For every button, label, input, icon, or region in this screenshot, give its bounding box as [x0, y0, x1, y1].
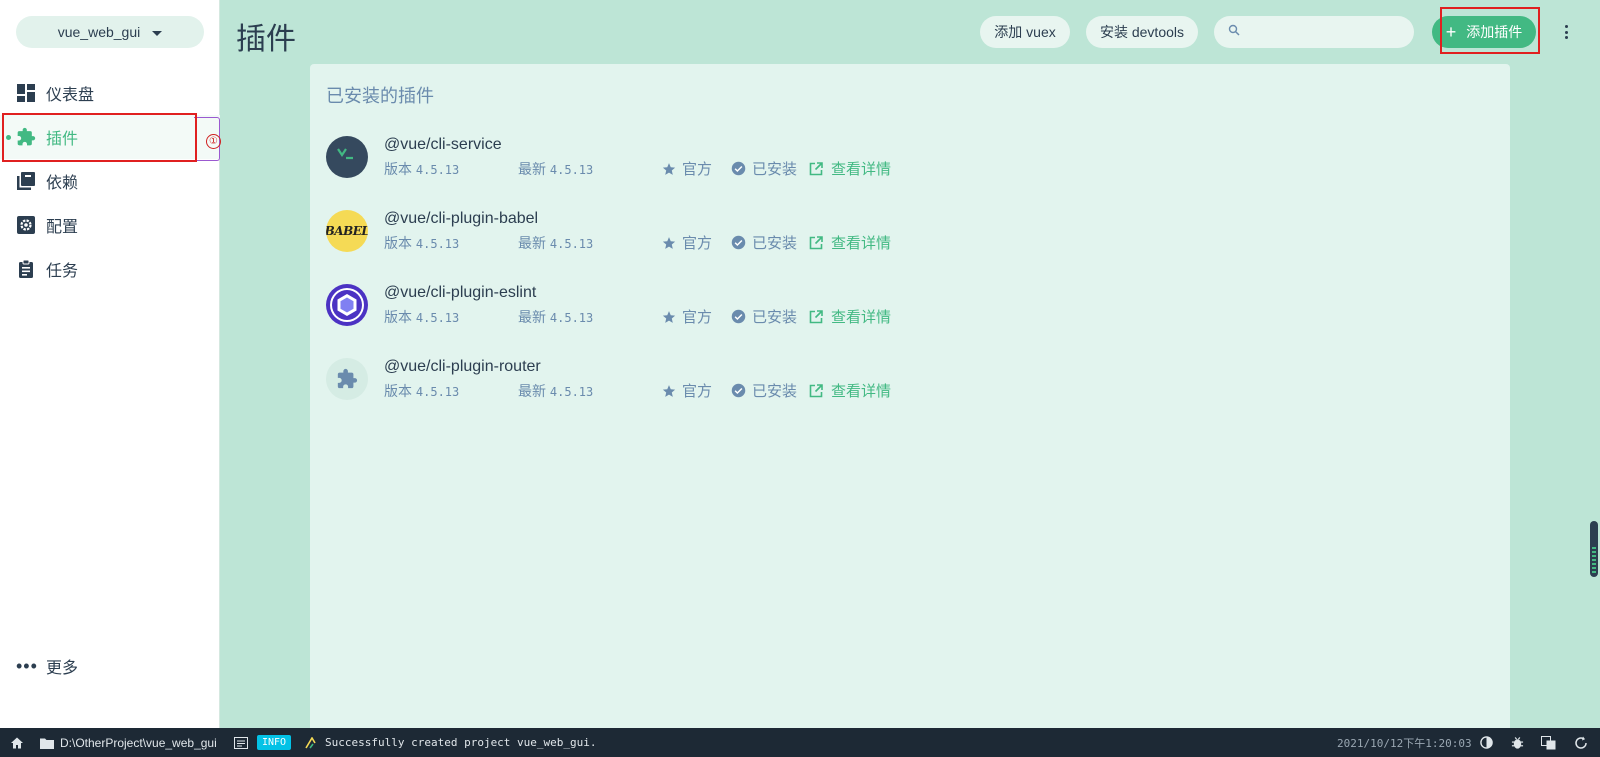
annotation-highlight-box — [1440, 7, 1540, 54]
project-path[interactable]: D:\OtherProject\vue_web_gui — [40, 728, 217, 757]
plugin-version: 版本 4.5.13 — [384, 161, 460, 177]
console-icon[interactable] — [234, 728, 248, 757]
log-level-badge: INFO — [257, 728, 292, 757]
sidebar-item-label: 配置 — [46, 219, 79, 236]
panel-title: 已安装的插件 — [326, 86, 434, 106]
official-badge: 官方 — [662, 306, 712, 327]
sidebar-item-dependencies[interactable]: 依赖 — [0, 159, 220, 203]
open-in-new-icon — [809, 309, 823, 323]
sidebar-item-configuration[interactable]: 配置 — [0, 203, 220, 247]
dashboard-icon — [16, 83, 36, 103]
last-log-message[interactable]: Successfully created project vue_web_gui… — [305, 728, 597, 757]
caret-down-icon — [152, 30, 163, 36]
library-icon — [16, 171, 36, 191]
theme-toggle-icon[interactable] — [1480, 728, 1493, 757]
eslint-logo-icon — [326, 284, 368, 326]
view-details-link[interactable]: 查看详情 — [809, 158, 891, 179]
plugin-latest-version: 最新 4.5.13 — [518, 383, 594, 399]
scrollbar-thumb[interactable] — [1590, 521, 1598, 577]
check-circle-icon — [731, 383, 746, 398]
sidebar-item-label: 依赖 — [46, 175, 79, 192]
project-switcher[interactable]: vue_web_gui — [16, 16, 204, 48]
babel-logo-text: BABEL — [326, 224, 368, 238]
search-icon — [1228, 23, 1240, 41]
translate-icon[interactable] — [1541, 728, 1556, 757]
search-input[interactable] — [1248, 24, 1408, 40]
plugin-name: @vue/cli-plugin-router — [384, 358, 541, 375]
folder-icon — [40, 738, 54, 749]
installed-badge: 已安装 — [731, 380, 797, 401]
more-options-icon[interactable] — [1562, 22, 1570, 42]
add-vuex-button[interactable]: 添加 vuex — [980, 16, 1070, 48]
plugin-latest-version: 最新 4.5.13 — [518, 309, 594, 325]
plugin-item: @vue/cli-service 版本 4.5.13 最新 4.5.13 官方 … — [326, 134, 1226, 182]
plugin-name: @vue/cli-plugin-babel — [384, 210, 539, 227]
plugin-item: @vue/cli-plugin-router 版本 4.5.13 最新 4.5.… — [326, 356, 1226, 404]
sidebar-more-button[interactable]: ••• 更多 — [16, 654, 78, 678]
timestamp: 2021/10/12下午1:20:03 — [1337, 736, 1472, 750]
star-icon — [662, 236, 676, 249]
sidebar-nav: 仪表盘 插件 依赖 配置 任务 — [0, 71, 220, 291]
view-details-link[interactable]: 查看详情 — [809, 380, 891, 401]
official-badge: 官方 — [662, 380, 712, 401]
plugin-name: @vue/cli-service — [384, 136, 502, 153]
bug-report-icon[interactable] — [1511, 728, 1524, 757]
star-icon — [662, 384, 676, 397]
more-horizontal-icon: ••• — [16, 656, 38, 676]
check-circle-icon — [731, 309, 746, 324]
view-details-link[interactable]: 查看详情 — [809, 232, 891, 253]
page-title: 插件 — [236, 22, 296, 57]
annotation-marker-1: ① — [206, 134, 221, 149]
install-devtools-button[interactable]: 安装 devtools — [1086, 16, 1198, 48]
sidebar: vue_web_gui 仪表盘 插件 依赖 配置 任务 ••• 更多 — [0, 0, 220, 728]
sidebar-item-dashboard[interactable]: 仪表盘 — [0, 71, 220, 115]
view-details-link[interactable]: 查看详情 — [809, 306, 891, 327]
babel-logo-icon: BABEL — [326, 210, 368, 252]
home-icon[interactable] — [10, 728, 24, 757]
annotation-highlight-box — [2, 113, 197, 162]
vue-cli-small-icon — [305, 736, 316, 748]
status-bar: D:\OtherProject\vue_web_gui INFO Success… — [0, 728, 1600, 757]
installed-badge: 已安装 — [731, 306, 797, 327]
check-circle-icon — [731, 161, 746, 176]
star-icon — [662, 162, 676, 175]
sidebar-item-tasks[interactable]: 任务 — [0, 247, 220, 291]
open-in-new-icon — [809, 161, 823, 175]
open-in-new-icon — [809, 383, 823, 397]
official-badge: 官方 — [662, 158, 712, 179]
settings-icon — [16, 215, 36, 235]
puzzle-icon — [326, 358, 368, 400]
installed-badge: 已安装 — [731, 158, 797, 179]
plugin-item: @vue/cli-plugin-eslint 版本 4.5.13 最新 4.5.… — [326, 282, 1226, 330]
clipboard-icon — [16, 259, 36, 279]
plugin-version: 版本 4.5.13 — [384, 309, 460, 325]
plugin-item: BABEL @vue/cli-plugin-babel 版本 4.5.13 最新… — [326, 208, 1226, 256]
plugin-name: @vue/cli-plugin-eslint — [384, 284, 537, 301]
plugin-version: 版本 4.5.13 — [384, 383, 460, 399]
official-badge: 官方 — [662, 232, 712, 253]
star-icon — [662, 310, 676, 323]
check-circle-icon — [731, 235, 746, 250]
more-label: 更多 — [46, 660, 79, 677]
vue-cli-logo-icon — [326, 136, 368, 178]
plugin-latest-version: 最新 4.5.13 — [518, 161, 594, 177]
plugin-version: 版本 4.5.13 — [384, 235, 460, 251]
installed-plugins-panel: 已安装的插件 @vue/cli-service 版本 4.5.13 最新 4.5… — [310, 64, 1510, 728]
plugin-latest-version: 最新 4.5.13 — [518, 235, 594, 251]
search-box — [1214, 16, 1414, 48]
refresh-icon[interactable] — [1574, 728, 1588, 757]
installed-badge: 已安装 — [731, 232, 797, 253]
open-in-new-icon — [809, 235, 823, 249]
project-name: vue_web_gui — [57, 24, 141, 40]
sidebar-item-label: 任务 — [46, 263, 79, 280]
sidebar-item-label: 仪表盘 — [46, 87, 95, 104]
